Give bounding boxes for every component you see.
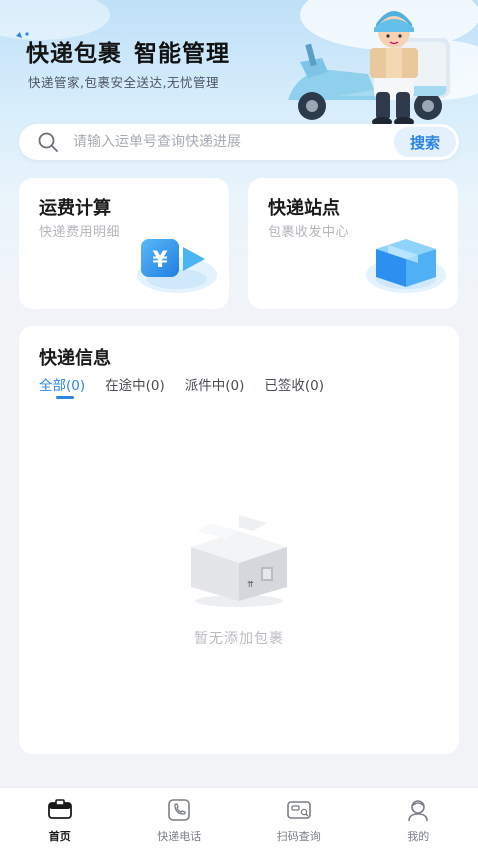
station-title: 快递站点 bbox=[268, 198, 340, 219]
station-card[interactable]: 快递站点 包裹收发中心 bbox=[248, 178, 458, 309]
tab-all[interactable]: 全部(0) bbox=[39, 374, 85, 394]
courier-scooter-illustration bbox=[288, 11, 450, 127]
hero-title-part2: 智能管理 bbox=[134, 41, 230, 67]
tabbar-home[interactable]: 首页 bbox=[0, 788, 120, 850]
hero-title-part1: 快递包裹 bbox=[26, 41, 122, 67]
express-info-card: 快递信息 全部(0) 在途中(0) 派件中(0) 已签收(0) ⇈ 暂无添加包裹 bbox=[19, 326, 459, 754]
parcel-box-icon bbox=[366, 239, 446, 293]
svg-text:¥: ¥ bbox=[152, 248, 168, 273]
hero-title: 快递包裹 智能管理 bbox=[26, 34, 230, 68]
tab-delivering[interactable]: 派件中(0) bbox=[185, 374, 245, 394]
tabbar-phone[interactable]: 快递电话 bbox=[120, 788, 240, 850]
tabbar-mine-label: 我的 bbox=[407, 830, 430, 843]
svg-text:⇈: ⇈ bbox=[247, 580, 254, 589]
scan-icon bbox=[286, 801, 311, 819]
active-tab-indicator bbox=[56, 396, 74, 399]
tab-signed[interactable]: 已签收(0) bbox=[264, 374, 324, 394]
tab-in-transit[interactable]: 在途中(0) bbox=[105, 374, 165, 394]
phone-icon bbox=[168, 799, 191, 821]
tabbar-mine[interactable]: 我的 bbox=[359, 788, 478, 850]
tabbar-scan[interactable]: 扫码查询 bbox=[239, 788, 359, 850]
freight-calc-card[interactable]: 运费计算 快递费用明细 ¥ bbox=[19, 178, 229, 309]
tabbar-phone-label: 快递电话 bbox=[157, 830, 202, 843]
status-tabs: 全部(0) 在途中(0) 派件中(0) 已签收(0) bbox=[39, 374, 324, 394]
search-button[interactable]: 搜索 bbox=[394, 127, 456, 157]
search-icon bbox=[38, 132, 58, 152]
bottom-tabbar: 首页 快递电话 扫码查询 我的 bbox=[0, 787, 478, 850]
empty-state-text: 暂无添加包裹 bbox=[194, 631, 284, 647]
tabbar-scan-label: 扫码查询 bbox=[276, 830, 321, 843]
express-info-title: 快递信息 bbox=[39, 348, 111, 369]
search-input[interactable] bbox=[73, 134, 394, 150]
yuan-coin-icon: ¥ bbox=[137, 239, 217, 293]
tabbar-home-label: 首页 bbox=[48, 830, 71, 843]
station-subtitle: 包裹收发中心 bbox=[268, 225, 350, 240]
home-box-icon bbox=[47, 799, 72, 819]
freight-calc-subtitle: 快递费用明细 bbox=[39, 225, 121, 240]
freight-calc-title: 运费计算 bbox=[39, 198, 111, 219]
hero-subtitle: 快递管家,包裹安全送达,无忧管理 bbox=[28, 75, 219, 90]
search-bar: 搜索 bbox=[19, 124, 459, 160]
empty-parcel-icon: ⇈ bbox=[191, 515, 287, 607]
user-icon bbox=[408, 800, 429, 822]
